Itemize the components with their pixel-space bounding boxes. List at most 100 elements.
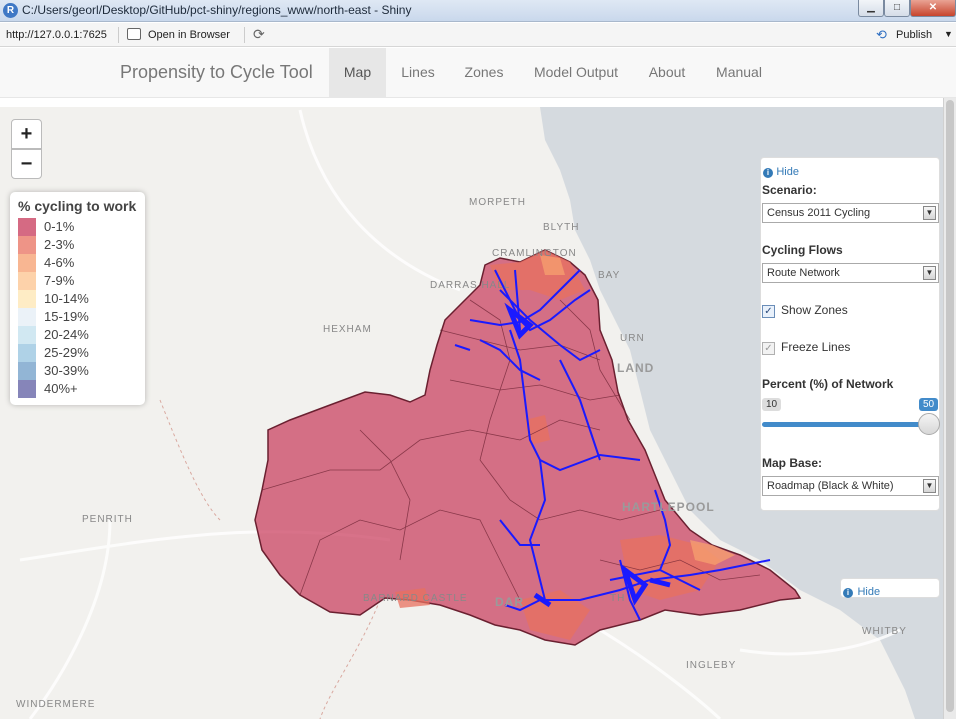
scenario-value: Census 2011 Cycling [767,207,871,219]
percent-slider-handle[interactable] [918,413,940,435]
place-label-ingleby: INGLEBY [686,660,737,671]
refresh-icon[interactable]: ⟳ [253,26,265,43]
legend-item: 2-3% [18,236,137,254]
vertical-scrollbar[interactable] [943,98,956,719]
publish-icon[interactable]: ⟲ [876,27,887,43]
legend-swatch [18,290,36,308]
window-title: C:/Users/georl/Desktop/GitHub/pct-shiny/… [22,3,412,17]
scenario-label: Scenario: [762,183,817,197]
place-label-hartlepool: HARTLEPOOL [622,500,715,514]
toolbar-divider [244,27,245,43]
legend-label: 40%+ [44,381,78,396]
legend-label: 4-6% [44,255,75,270]
info-icon: i [763,168,773,178]
cycling-flows-label: Cycling Flows [762,243,843,257]
legend-item: 10-14% [18,290,137,308]
place-label-darlington: DAR [495,595,524,609]
legend-items: 0-1% 2-3% 4-6% 7-9% 10-14% 15-19% 20-24% 25-29%… [18,218,137,398]
map-base-select[interactable]: Roadmap (Black & White) ▼ [762,476,939,496]
legend-title: % cycling to work [18,198,137,214]
tab-map[interactable]: Map [329,48,386,97]
legend-item: 40%+ [18,380,137,398]
tab-model-output[interactable]: Model Output [524,48,628,97]
maximize-button[interactable]: □ [884,0,910,17]
chevron-down-icon[interactable]: ▼ [923,266,936,280]
place-label-darras-hall: DARRAS HALL [430,280,511,291]
slider-max-label: 50 [919,398,939,411]
place-label-windermere: WINDERMERE [16,699,96,710]
legend-item: 7-9% [18,272,137,290]
legend-item: 4-6% [18,254,137,272]
legend-label: 2-3% [44,237,75,252]
zoom-out-button[interactable]: − [11,149,42,179]
open-in-browser-icon[interactable] [127,28,141,40]
legend-item: 30-39% [18,362,137,380]
freeze-lines-label[interactable]: Freeze Lines [781,340,850,354]
tab-zones[interactable]: Zones [456,48,512,97]
legend-label: 30-39% [44,363,89,378]
map-base-label: Map Base: [762,456,823,470]
chevron-down-icon[interactable]: ▼ [923,206,936,220]
hide-controls-link[interactable]: i Hide [763,164,799,178]
toolbar-divider [118,27,119,43]
secondary-panel: i Hide [840,578,940,598]
legend-swatch [18,326,36,344]
place-label-barnard-castle: BARNARD CASTLE [363,593,468,604]
place-label-morpeth: MORPETH [469,197,526,208]
legend-swatch [18,254,36,272]
legend-label: 15-19% [44,309,89,324]
viewer-toolbar: http://127.0.0.1:7625 Open in Browser ⟳ … [0,23,956,47]
map-legend: % cycling to work 0-1% 2-3% 4-6% 7-9% 10-14%… [10,192,145,405]
r-app-icon: R [3,3,18,18]
hide-label[interactable]: Hide [857,586,880,598]
open-in-browser-button[interactable]: Open in Browser [148,29,230,41]
place-label-blyth: BLYTH [543,222,580,233]
place-label-land: LAND [617,361,655,375]
hide-label[interactable]: Hide [776,166,799,178]
zoom-in-button[interactable]: + [11,119,42,149]
legend-label: 0-1% [44,219,75,234]
legend-swatch [18,344,36,362]
freeze-lines-checkbox[interactable]: ✓ [762,342,775,355]
legend-item: 0-1% [18,218,137,236]
legend-swatch [18,236,36,254]
show-zones-checkbox[interactable]: ✓ [762,305,775,318]
scrollbar-thumb[interactable] [946,100,954,712]
legend-item: 20-24% [18,326,137,344]
minimize-button[interactable]: ▁ [858,0,884,17]
percent-slider-track[interactable] [762,422,927,427]
legend-label: 20-24% [44,327,89,342]
show-zones-label[interactable]: Show Zones [781,303,848,317]
publish-button[interactable]: Publish [896,29,932,41]
tab-lines[interactable]: Lines [394,48,442,97]
place-label-cramlington: CRAMLINGTON [492,248,577,259]
chevron-down-icon[interactable]: ▼ [923,479,936,493]
url-text: http://127.0.0.1:7625 [6,29,107,41]
controls-panel: i Hide Scenario: Census 2011 Cycling ▼ C… [760,157,940,511]
legend-swatch [18,308,36,326]
window-titlebar: R C:/Users/georl/Desktop/GitHub/pct-shin… [0,0,956,22]
close-button[interactable]: ✕ [910,0,956,17]
map-base-value: Roadmap (Black & White) [767,480,894,492]
place-label-th: TH [610,593,626,604]
publish-caret-icon[interactable]: ▼ [944,29,953,39]
legend-label: 25-29% [44,345,89,360]
legend-item: 15-19% [18,308,137,326]
legend-label: 10-14% [44,291,89,306]
legend-swatch [18,362,36,380]
legend-swatch [18,218,36,236]
tab-manual[interactable]: Manual [706,48,772,97]
brand-title[interactable]: Propensity to Cycle Tool [120,62,313,83]
cycling-flows-value: Route Network [767,267,840,279]
hide-secondary-link[interactable]: i Hide [843,582,880,600]
legend-swatch [18,380,36,398]
cycling-flows-select[interactable]: Route Network ▼ [762,263,939,283]
navbar: Propensity to Cycle Tool Map Lines Zones… [0,48,956,98]
percent-network-label: Percent (%) of Network [762,377,894,391]
tab-about[interactable]: About [640,48,694,97]
place-label-whitby: WHITBY [862,626,907,637]
place-label-urn: URN [620,333,645,344]
legend-label: 7-9% [44,273,75,288]
scenario-select[interactable]: Census 2011 Cycling ▼ [762,203,939,223]
legend-item: 25-29% [18,344,137,362]
